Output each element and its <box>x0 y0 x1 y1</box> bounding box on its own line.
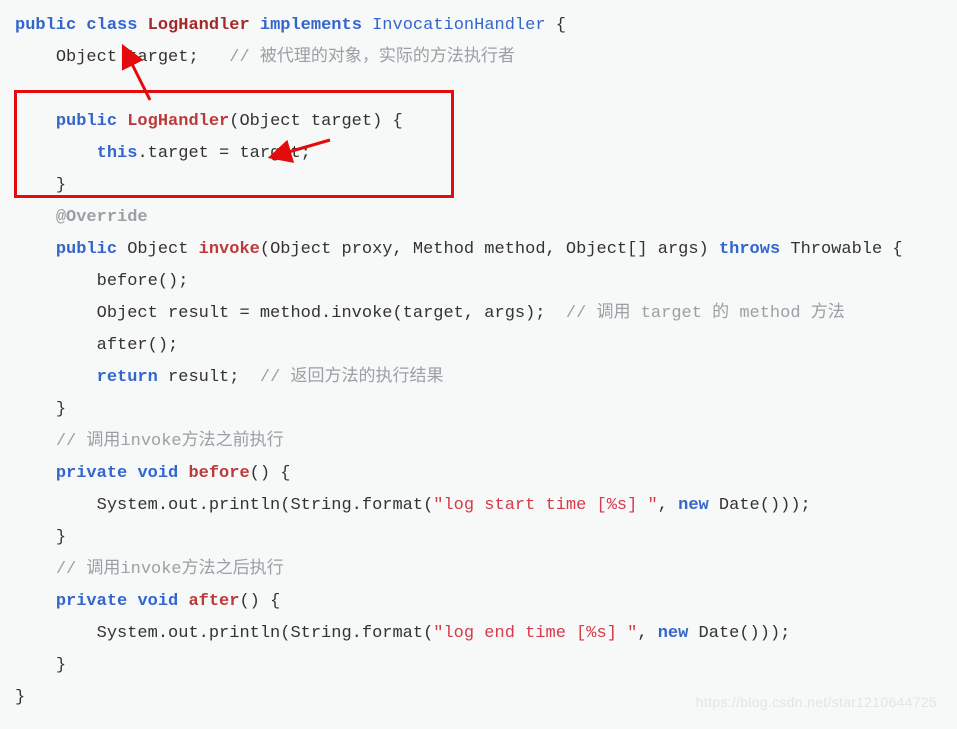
method-invoke: invoke <box>199 240 260 259</box>
keyword-private: private <box>56 464 127 483</box>
method-after: after <box>188 592 239 611</box>
comment-before: // 调用invoke方法之前执行 <box>56 432 284 451</box>
keyword-new: new <box>678 496 709 515</box>
print-right: Date())); <box>688 624 790 643</box>
comment: // 被代理的对象，实际的方法执行者 <box>229 48 515 67</box>
class-name: LogHandler <box>148 16 250 35</box>
brace: { <box>556 16 566 35</box>
comment-after: // 调用invoke方法之后执行 <box>56 560 284 579</box>
brace-close: } <box>56 176 66 195</box>
keyword-throws: throws <box>719 240 780 259</box>
class-close: } <box>15 688 25 707</box>
keyword-public: public <box>56 112 117 131</box>
after-params: () { <box>239 592 280 611</box>
string-literal: "log start time [%s] " <box>433 496 657 515</box>
keyword-void: void <box>137 592 178 611</box>
type: Object <box>56 48 117 67</box>
result-line: Object result = method.invoke(target, ar… <box>97 304 546 323</box>
invoke-params: (Object proxy, Method method, Object[] a… <box>260 240 709 259</box>
print-mid: , <box>658 496 678 515</box>
return-type: Object <box>127 240 188 259</box>
keyword-return: return <box>97 368 158 387</box>
keyword-implements: implements <box>260 16 362 35</box>
comment: // 调用 target 的 method 方法 <box>566 304 845 323</box>
annotation-override: @Override <box>56 208 148 227</box>
call-after: after(); <box>97 336 179 355</box>
call-before: before(); <box>97 272 189 291</box>
print-left: System.out.println(String.format( <box>97 624 434 643</box>
watermark: https://blog.csdn.net/star1210644725 <box>696 686 937 718</box>
code-block: public class LogHandler implements Invoc… <box>15 10 942 714</box>
comment: // 返回方法的执行结果 <box>260 368 444 387</box>
interface-name: InvocationHandler <box>372 16 545 35</box>
string-literal: "log end time [%s] " <box>433 624 637 643</box>
keyword-public: public <box>56 240 117 259</box>
keyword-void: void <box>137 464 178 483</box>
ctor-params: (Object target) { <box>229 112 402 131</box>
method-before: before <box>188 464 249 483</box>
print-right: Date())); <box>709 496 811 515</box>
ctor-body: .target = target; <box>137 144 310 163</box>
keyword-public: public <box>15 16 76 35</box>
brace-close: } <box>56 656 66 675</box>
brace-close: } <box>56 400 66 419</box>
print-mid: , <box>637 624 657 643</box>
keyword-class: class <box>86 16 137 35</box>
keyword-new: new <box>658 624 689 643</box>
throwable: Throwable { <box>790 240 902 259</box>
return-value: result; <box>168 368 239 387</box>
field: target; <box>127 48 198 67</box>
brace-close: } <box>56 528 66 547</box>
before-params: () { <box>250 464 291 483</box>
keyword-this: this <box>97 144 138 163</box>
keyword-private: private <box>56 592 127 611</box>
print-left: System.out.println(String.format( <box>97 496 434 515</box>
constructor-name: LogHandler <box>127 112 229 131</box>
